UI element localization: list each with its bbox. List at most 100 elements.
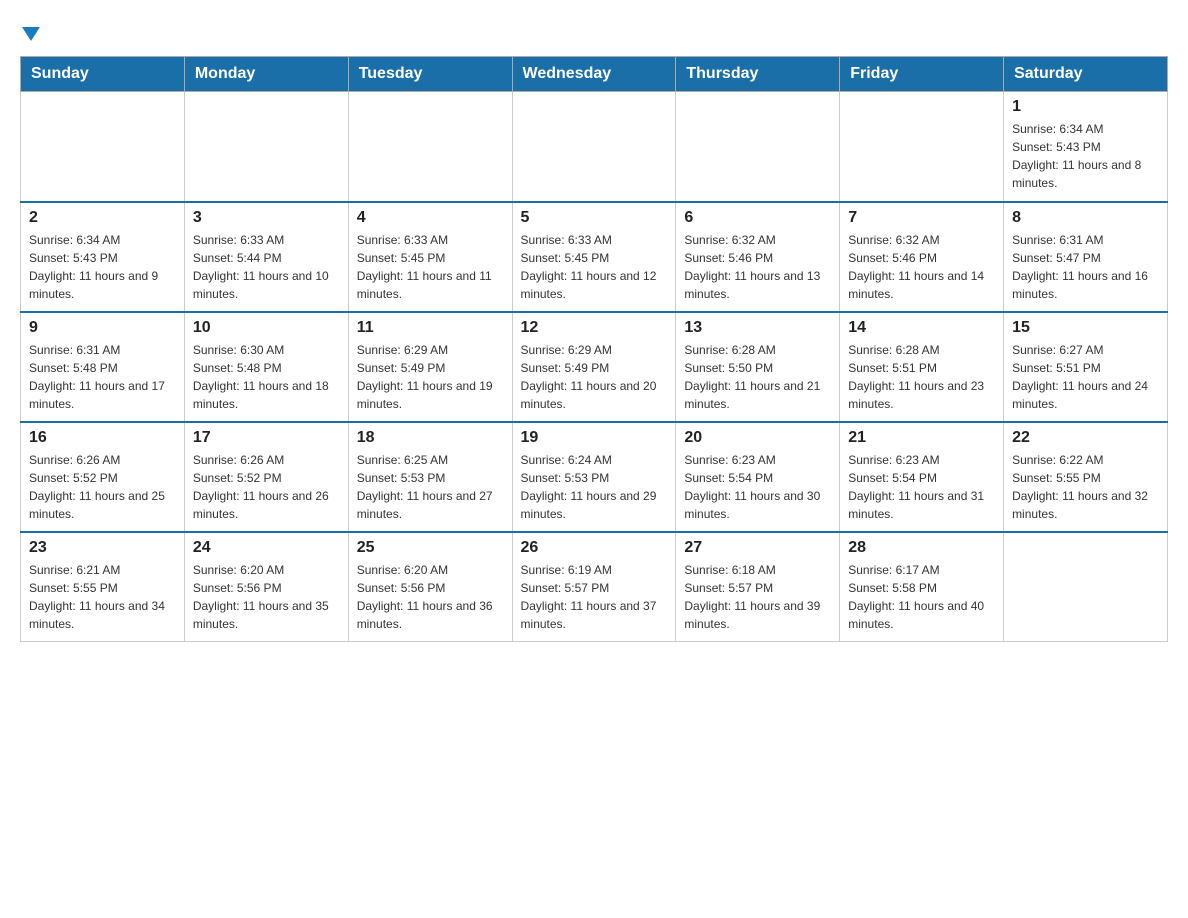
calendar-cell: 16 Sunrise: 6:26 AMSunset: 5:52 PMDayligh… — [21, 422, 185, 532]
calendar-header-thursday: Thursday — [676, 57, 840, 92]
calendar-cell: 17 Sunrise: 6:26 AMSunset: 5:52 PMDayligh… — [184, 422, 348, 532]
calendar-cell: 4 Sunrise: 6:33 AMSunset: 5:45 PMDaylight… — [348, 202, 512, 312]
calendar-week-row: 2 Sunrise: 6:34 AMSunset: 5:43 PMDaylight… — [21, 202, 1168, 312]
calendar-cell — [840, 92, 1004, 202]
day-number: 20 — [684, 429, 831, 447]
calendar-cell: 14Sunrise: 6:28 AMSunset: 5:51 PMDayligh… — [840, 312, 1004, 422]
day-info: Sunrise: 6:32 AMSunset: 5:46 PMDaylight:… — [684, 231, 831, 303]
day-info: Sunrise: 6:18 AMSunset: 5:57 PMDaylight:… — [684, 561, 831, 633]
day-info: Sunrise: 6:20 AMSunset: 5:56 PMDaylight:… — [193, 561, 340, 633]
day-info: Sunrise: 6:29 AMSunset: 5:49 PMDaylight:… — [521, 341, 668, 413]
calendar-cell: 21 Sunrise: 6:23 AMSunset: 5:54 PMDayligh… — [840, 422, 1004, 532]
day-number: 9 — [29, 319, 176, 337]
calendar-cell: 3 Sunrise: 6:33 AMSunset: 5:44 PMDaylight… — [184, 202, 348, 312]
day-number: 8 — [1012, 209, 1159, 227]
day-number: 6 — [684, 209, 831, 227]
calendar-cell: 7Sunrise: 6:32 AMSunset: 5:46 PMDaylight… — [840, 202, 1004, 312]
day-info: Sunrise: 6:21 AMSunset: 5:55 PMDaylight:… — [29, 561, 176, 633]
calendar-cell: 24 Sunrise: 6:20 AMSunset: 5:56 PMDayligh… — [184, 532, 348, 642]
calendar-week-row: 16 Sunrise: 6:26 AMSunset: 5:52 PMDayligh… — [21, 422, 1168, 532]
day-number: 17 — [193, 429, 340, 447]
calendar-cell: 9 Sunrise: 6:31 AMSunset: 5:48 PMDaylight… — [21, 312, 185, 422]
day-info: Sunrise: 6:23 AMSunset: 5:54 PMDaylight:… — [684, 451, 831, 523]
calendar-cell: 12 Sunrise: 6:29 AMSunset: 5:49 PMDayligh… — [512, 312, 676, 422]
header — [20, 20, 1168, 46]
day-number: 15 — [1012, 319, 1159, 337]
day-number: 4 — [357, 209, 504, 227]
day-info: Sunrise: 6:32 AMSunset: 5:46 PMDaylight:… — [848, 231, 995, 303]
calendar-cell: 6 Sunrise: 6:32 AMSunset: 5:46 PMDaylight… — [676, 202, 840, 312]
day-number: 16 — [29, 429, 176, 447]
day-info: Sunrise: 6:28 AMSunset: 5:51 PMDaylight:… — [848, 341, 995, 413]
day-info: Sunrise: 6:30 AMSunset: 5:48 PMDaylight:… — [193, 341, 340, 413]
calendar-cell — [512, 92, 676, 202]
day-info: Sunrise: 6:28 AMSunset: 5:50 PMDaylight:… — [684, 341, 831, 413]
day-info: Sunrise: 6:34 AMSunset: 5:43 PMDaylight:… — [29, 231, 176, 303]
calendar-week-row: 23Sunrise: 6:21 AMSunset: 5:55 PMDayligh… — [21, 532, 1168, 642]
calendar-cell — [1004, 532, 1168, 642]
day-number: 24 — [193, 539, 340, 557]
calendar: SundayMondayTuesdayWednesdayThursdayFrid… — [20, 56, 1168, 642]
day-number: 10 — [193, 319, 340, 337]
day-info: Sunrise: 6:27 AMSunset: 5:51 PMDaylight:… — [1012, 341, 1159, 413]
calendar-header-tuesday: Tuesday — [348, 57, 512, 92]
day-info: Sunrise: 6:25 AMSunset: 5:53 PMDaylight:… — [357, 451, 504, 523]
day-info: Sunrise: 6:34 AMSunset: 5:43 PMDaylight:… — [1012, 120, 1159, 192]
calendar-header-friday: Friday — [840, 57, 1004, 92]
day-info: Sunrise: 6:22 AMSunset: 5:55 PMDaylight:… — [1012, 451, 1159, 523]
calendar-cell: 2 Sunrise: 6:34 AMSunset: 5:43 PMDaylight… — [21, 202, 185, 312]
day-number: 5 — [521, 209, 668, 227]
calendar-cell: 1Sunrise: 6:34 AMSunset: 5:43 PMDaylight… — [1004, 92, 1168, 202]
calendar-cell: 23Sunrise: 6:21 AMSunset: 5:55 PMDayligh… — [21, 532, 185, 642]
day-info: Sunrise: 6:33 AMSunset: 5:45 PMDaylight:… — [521, 231, 668, 303]
day-number: 25 — [357, 539, 504, 557]
calendar-cell: 13 Sunrise: 6:28 AMSunset: 5:50 PMDayligh… — [676, 312, 840, 422]
day-info: Sunrise: 6:26 AMSunset: 5:52 PMDaylight:… — [193, 451, 340, 523]
day-info: Sunrise: 6:33 AMSunset: 5:44 PMDaylight:… — [193, 231, 340, 303]
logo — [20, 20, 42, 46]
day-number: 12 — [521, 319, 668, 337]
calendar-cell: 28 Sunrise: 6:17 AMSunset: 5:58 PMDayligh… — [840, 532, 1004, 642]
day-number: 27 — [684, 539, 831, 557]
calendar-header-wednesday: Wednesday — [512, 57, 676, 92]
logo-arrow-icon — [22, 20, 40, 52]
calendar-cell: 11 Sunrise: 6:29 AMSunset: 5:49 PMDayligh… — [348, 312, 512, 422]
calendar-cell: 26 Sunrise: 6:19 AMSunset: 5:57 PMDayligh… — [512, 532, 676, 642]
day-number: 19 — [521, 429, 668, 447]
day-info: Sunrise: 6:19 AMSunset: 5:57 PMDaylight:… — [521, 561, 668, 633]
calendar-cell: 8 Sunrise: 6:31 AMSunset: 5:47 PMDaylight… — [1004, 202, 1168, 312]
day-info: Sunrise: 6:23 AMSunset: 5:54 PMDaylight:… — [848, 451, 995, 523]
day-number: 11 — [357, 319, 504, 337]
calendar-cell — [21, 92, 185, 202]
day-info: Sunrise: 6:24 AMSunset: 5:53 PMDaylight:… — [521, 451, 668, 523]
calendar-cell: 25Sunrise: 6:20 AMSunset: 5:56 PMDayligh… — [348, 532, 512, 642]
calendar-cell: 27 Sunrise: 6:18 AMSunset: 5:57 PMDayligh… — [676, 532, 840, 642]
calendar-cell: 10 Sunrise: 6:30 AMSunset: 5:48 PMDayligh… — [184, 312, 348, 422]
calendar-cell — [348, 92, 512, 202]
day-number: 28 — [848, 539, 995, 557]
calendar-week-row: 1Sunrise: 6:34 AMSunset: 5:43 PMDaylight… — [21, 92, 1168, 202]
day-number: 26 — [521, 539, 668, 557]
day-info: Sunrise: 6:26 AMSunset: 5:52 PMDaylight:… — [29, 451, 176, 523]
calendar-header-row: SundayMondayTuesdayWednesdayThursdayFrid… — [21, 57, 1168, 92]
day-info: Sunrise: 6:17 AMSunset: 5:58 PMDaylight:… — [848, 561, 995, 633]
calendar-cell: 5 Sunrise: 6:33 AMSunset: 5:45 PMDaylight… — [512, 202, 676, 312]
calendar-header-saturday: Saturday — [1004, 57, 1168, 92]
day-info: Sunrise: 6:31 AMSunset: 5:48 PMDaylight:… — [29, 341, 176, 413]
calendar-cell: 20 Sunrise: 6:23 AMSunset: 5:54 PMDayligh… — [676, 422, 840, 532]
calendar-header-monday: Monday — [184, 57, 348, 92]
day-number: 13 — [684, 319, 831, 337]
day-info: Sunrise: 6:31 AMSunset: 5:47 PMDaylight:… — [1012, 231, 1159, 303]
calendar-header-sunday: Sunday — [21, 57, 185, 92]
calendar-cell: 22Sunrise: 6:22 AMSunset: 5:55 PMDayligh… — [1004, 422, 1168, 532]
day-number: 3 — [193, 209, 340, 227]
calendar-cell: 18 Sunrise: 6:25 AMSunset: 5:53 PMDayligh… — [348, 422, 512, 532]
day-info: Sunrise: 6:29 AMSunset: 5:49 PMDaylight:… — [357, 341, 504, 413]
day-info: Sunrise: 6:33 AMSunset: 5:45 PMDaylight:… — [357, 231, 504, 303]
calendar-cell — [184, 92, 348, 202]
day-number: 21 — [848, 429, 995, 447]
calendar-cell: 19 Sunrise: 6:24 AMSunset: 5:53 PMDayligh… — [512, 422, 676, 532]
day-number: 18 — [357, 429, 504, 447]
calendar-cell — [676, 92, 840, 202]
day-number: 2 — [29, 209, 176, 227]
